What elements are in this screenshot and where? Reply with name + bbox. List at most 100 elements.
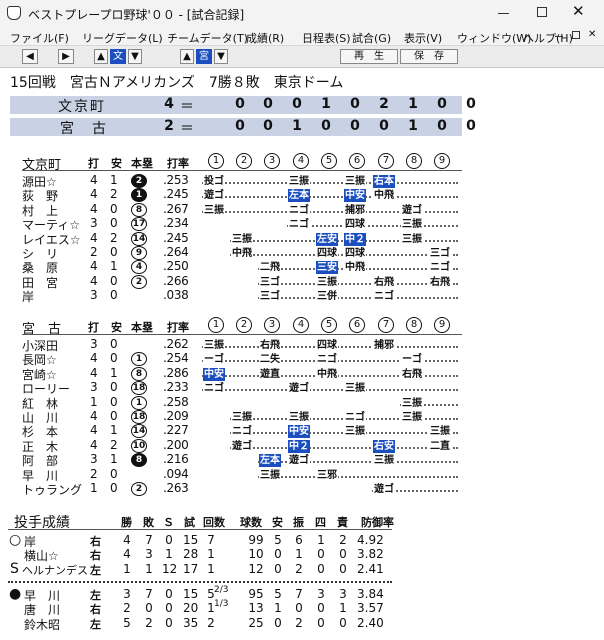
pitcher-h: 5: [274, 587, 282, 601]
bottom-batting-col-hr: 本塁: [131, 321, 153, 334]
at-bat-result: 三振: [259, 468, 281, 482]
at-bat-result: 右飛: [259, 339, 281, 352]
linescore-inning-5: 0: [350, 96, 360, 112]
top-batting-inning-4: 4: [293, 153, 309, 169]
hits: 0: [110, 409, 118, 423]
hits: 1: [110, 365, 118, 380]
pitcher-h: 5: [274, 533, 282, 547]
at-bat-result: 中２: [344, 232, 366, 246]
home-runs: 2: [131, 274, 147, 289]
linescore-team: 宮 古: [60, 121, 108, 137]
at-bat-result: ニゴ: [288, 203, 310, 217]
minimize-icon[interactable]: [498, 13, 509, 14]
top-batting-row-4: マーティ☆ 3 0 17.234 ニゴ 四球 三振: [0, 216, 604, 232]
menu-7[interactable]: 表示(V): [404, 30, 442, 46]
close-icon[interactable]: ✕: [572, 2, 585, 20]
top-batting-col-hr: 本塁: [131, 157, 153, 170]
team-b-down-button[interactable]: ▼: [214, 49, 228, 64]
at-bats: 2: [90, 466, 98, 481]
pitcher-er: 1: [339, 601, 347, 616]
menu-4[interactable]: 成績(R): [246, 30, 284, 46]
menu-8[interactable]: ウィンドウ(W): [457, 30, 531, 46]
menu-3[interactable]: チームデータ(T): [167, 30, 248, 46]
home-runs: 1: [131, 352, 147, 367]
prev-game-button[interactable]: ◀: [22, 49, 38, 64]
hits: 1: [110, 173, 118, 187]
pitcher-np: 99: [248, 533, 264, 547]
batting-average: .216: [163, 452, 189, 467]
batting-average: .267: [163, 201, 189, 216]
home-runs: 1: [131, 395, 147, 410]
pitcher-w: 1: [123, 561, 131, 576]
top-batting-inning-8: 8: [406, 153, 422, 169]
hits: 0: [110, 394, 118, 409]
pitcher-bb: 0: [317, 561, 325, 576]
app-icon: [7, 6, 21, 20]
at-bat-result: 右飛: [373, 275, 395, 289]
team-a-selector[interactable]: 文: [110, 49, 126, 64]
pitcher-innings-fraction: 2/3: [214, 585, 229, 595]
at-bat-result: 三振: [429, 425, 451, 439]
at-bats: 4: [90, 273, 98, 288]
mdi-restore-icon[interactable]: [572, 31, 580, 39]
hits: 0: [110, 273, 118, 288]
menu-5[interactable]: 日程表(S): [302, 30, 351, 46]
pitcher-so: 7: [295, 587, 303, 601]
bottom-batting-row-1: 小深田 3 0.262 三振 右飛 四球 捕邪: [0, 337, 604, 353]
batting-average: .094: [163, 466, 189, 481]
save-button[interactable]: 保 存: [400, 49, 458, 64]
at-bat-result: 三振: [316, 275, 338, 289]
pitcher-g: 20: [183, 601, 199, 616]
bottom-batting-col-h: 安: [111, 321, 122, 334]
at-bat-result: 四球: [316, 339, 338, 352]
menu-1[interactable]: ファイル(F): [10, 30, 69, 46]
batting-average: .254: [163, 351, 189, 366]
top-batting-row-7: 桑 原 4 1 4.250 二飛 三安 中飛 ニゴ: [0, 259, 604, 275]
menu-6[interactable]: 試合(G): [352, 30, 391, 46]
bottom-batting-inning-2: 2: [236, 317, 252, 333]
batting-average: .233: [163, 380, 189, 395]
at-bat-result: 四球: [344, 218, 366, 232]
linescore-inning-2: 0: [263, 118, 273, 134]
pitcher-g: 15: [183, 533, 199, 547]
pitcher-era: 3.84: [357, 587, 384, 601]
mdi-close-icon[interactable]: ✕: [588, 29, 596, 40]
menu-9[interactable]: ヘルプ(H): [523, 30, 573, 46]
menu-2[interactable]: リーグデータ(L): [82, 30, 163, 46]
linescore-inning-9: 0: [466, 118, 476, 134]
at-bats: 3: [90, 216, 98, 231]
team-a-down-button[interactable]: ▼: [128, 49, 142, 64]
bottom-batting-row-6: 山 川 4 0 18.209 三振 三振 ニゴ 三振: [0, 409, 604, 425]
at-bat-result: ニゴ: [231, 425, 253, 439]
top-pitching-row-2: 横山☆ 右 4 3 1 28 1 10 0 1 0 0 3.82: [0, 547, 604, 563]
top-batting-row-9: 岸 3 0 .038 三ゴ 三併 ニゴ: [0, 288, 604, 304]
pitcher-er: 0: [339, 615, 347, 630]
at-bats: 1: [90, 481, 98, 495]
at-bat-result: 三振: [401, 232, 423, 246]
pitcher-name: 鈴木昭: [24, 617, 61, 632]
at-bat-result: 三振: [231, 232, 253, 246]
toolbar: ◀ ▶ ▲ 文 ▼ ▲ 宮 ▼ 再 生 保 存: [0, 46, 604, 68]
home-runs: 8: [131, 202, 147, 217]
pitching-col-10: 責: [337, 516, 348, 529]
batting-average: .227: [163, 423, 189, 438]
maximize-icon[interactable]: [537, 7, 547, 17]
team-b-selector[interactable]: 宮: [196, 49, 212, 64]
pitcher-np: 10: [248, 547, 264, 562]
bottom-batting-row-2: 長岡☆ 4 0 1.254 ーゴ 二失 ニゴ ーゴ: [0, 351, 604, 367]
pitcher-w: 3: [123, 587, 131, 601]
bottom-pitching-row-3: 鈴木昭左 5 2 0 35 2 25 0 2 0 0 2.40: [0, 615, 604, 632]
team-b-up-button[interactable]: ▲: [180, 49, 194, 64]
at-bat-result: 中飛: [373, 189, 395, 203]
team-a-up-button[interactable]: ▲: [94, 49, 108, 64]
replay-button[interactable]: 再 生: [340, 49, 398, 64]
at-bat-result: 二直: [429, 439, 451, 453]
mdi-minimize-icon[interactable]: [555, 36, 563, 37]
pitcher-s: 0: [165, 533, 173, 547]
next-game-button[interactable]: ▶: [58, 49, 74, 64]
at-bat-result: 三振: [344, 382, 366, 396]
at-bat-result: 遊ゴ: [203, 189, 225, 203]
bottom-batting-row-10: 早 川 2 0.094 三振 三邪: [0, 466, 604, 483]
pitcher-er: 0: [339, 561, 347, 576]
home-runs: 2: [131, 174, 147, 188]
